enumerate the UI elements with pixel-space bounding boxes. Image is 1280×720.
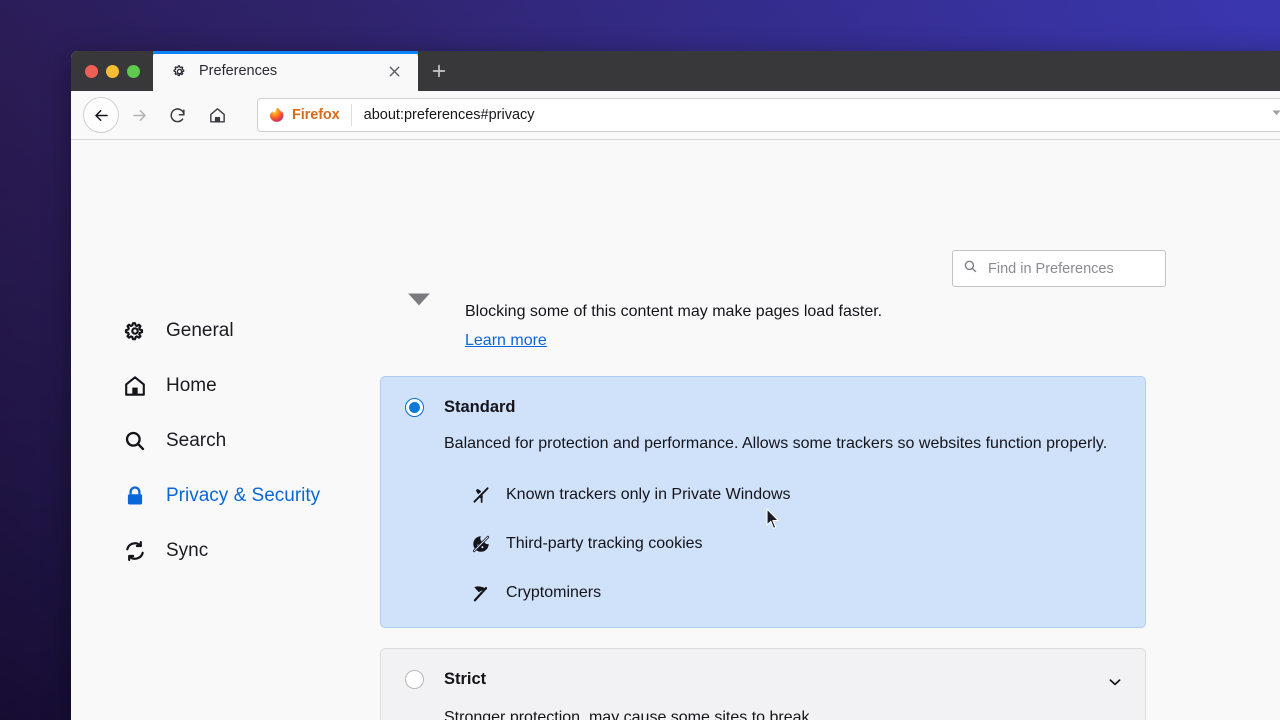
sidebar-item-general[interactable]: General [118, 312, 358, 350]
gear-icon [122, 318, 148, 344]
close-window-button[interactable] [85, 65, 98, 78]
sidebar-item-label: Search [166, 430, 226, 452]
cookie-blocked-icon [471, 534, 491, 554]
pickaxe-icon [471, 583, 491, 603]
option-header: Standard [405, 398, 1121, 417]
brand-label: Firefox [292, 107, 340, 123]
radio-standard[interactable] [405, 398, 424, 417]
firefox-brand-chip: Firefox [268, 104, 352, 126]
reload-button[interactable] [159, 97, 195, 133]
preferences-sidebar: General Home [118, 312, 358, 587]
desktop-background: Preferences [0, 0, 1280, 720]
sidebar-item-home[interactable]: Home [118, 367, 358, 405]
tab-strip: Preferences [71, 51, 1280, 91]
new-tab-button[interactable] [418, 51, 460, 91]
chevron-down-icon[interactable] [406, 292, 432, 308]
sidebar-item-search[interactable]: Search [118, 422, 358, 460]
lock-icon [122, 483, 148, 509]
preferences-content: General Home [71, 140, 1280, 720]
back-button[interactable] [83, 97, 119, 133]
option-header: Strict [405, 670, 1121, 689]
window-traffic-lights [71, 51, 153, 91]
forward-button[interactable] [121, 97, 157, 133]
sidebar-item-privacy-security[interactable]: Privacy & Security [118, 477, 358, 515]
intro-text: Blocking some of this content may make p… [465, 300, 1146, 323]
firefox-logo-icon [268, 107, 285, 124]
list-item-label: Known trackers only in Private Windows [506, 486, 791, 504]
option-description: Balanced for protection and performance.… [444, 431, 1121, 457]
chevron-down-icon[interactable] [1107, 674, 1123, 690]
option-title: Standard [444, 398, 516, 417]
sidebar-item-label: Home [166, 375, 217, 397]
maximize-window-button[interactable] [127, 65, 140, 78]
radio-strict[interactable] [405, 670, 424, 689]
browser-window: Preferences [71, 51, 1280, 720]
find-in-preferences [952, 250, 1166, 287]
home-icon [122, 373, 148, 399]
option-card-standard[interactable]: Standard Balanced for protection and per… [380, 376, 1146, 628]
option-card-strict[interactable]: Strict Stronger protection, may cause so… [380, 648, 1146, 720]
sidebar-item-sync[interactable]: Sync [118, 532, 358, 570]
search-icon [122, 428, 148, 454]
tracker-blocked-icon [471, 485, 491, 505]
option-description: Stronger protection, may cause some site… [444, 705, 1121, 720]
tracking-protection-panel: Blocking some of this content may make p… [380, 300, 1146, 720]
sidebar-item-label: General [166, 320, 234, 342]
chevron-down-icon[interactable] [1270, 106, 1280, 124]
home-button[interactable] [199, 97, 235, 133]
list-item-label: Cryptominers [506, 584, 601, 602]
search-icon [963, 259, 978, 279]
tab-preferences[interactable]: Preferences [153, 51, 418, 91]
search-input[interactable] [988, 261, 1155, 277]
option-title: Strict [444, 670, 486, 689]
list-item: Known trackers only in Private Windows [471, 485, 1121, 505]
list-item: Third-party tracking cookies [471, 534, 1121, 554]
feature-list: Known trackers only in Private Windows [471, 485, 1121, 603]
gear-icon [171, 63, 188, 80]
close-icon[interactable] [382, 59, 406, 83]
minimize-window-button[interactable] [106, 65, 119, 78]
list-item-label: Third-party tracking cookies [506, 535, 703, 553]
list-item: Cryptominers [471, 583, 1121, 603]
intro-block: Blocking some of this content may make p… [380, 300, 1146, 350]
url-text: about:preferences#privacy [364, 107, 1270, 123]
sidebar-item-label: Privacy & Security [166, 485, 320, 507]
tab-title: Preferences [199, 63, 382, 79]
address-bar[interactable]: Firefox about:preferences#privacy [257, 98, 1280, 132]
sidebar-item-label: Sync [166, 540, 208, 562]
learn-more-link[interactable]: Learn more [465, 332, 547, 350]
navigation-toolbar: Firefox about:preferences#privacy [71, 91, 1280, 140]
search-box[interactable] [952, 250, 1166, 287]
sync-icon [122, 538, 148, 564]
